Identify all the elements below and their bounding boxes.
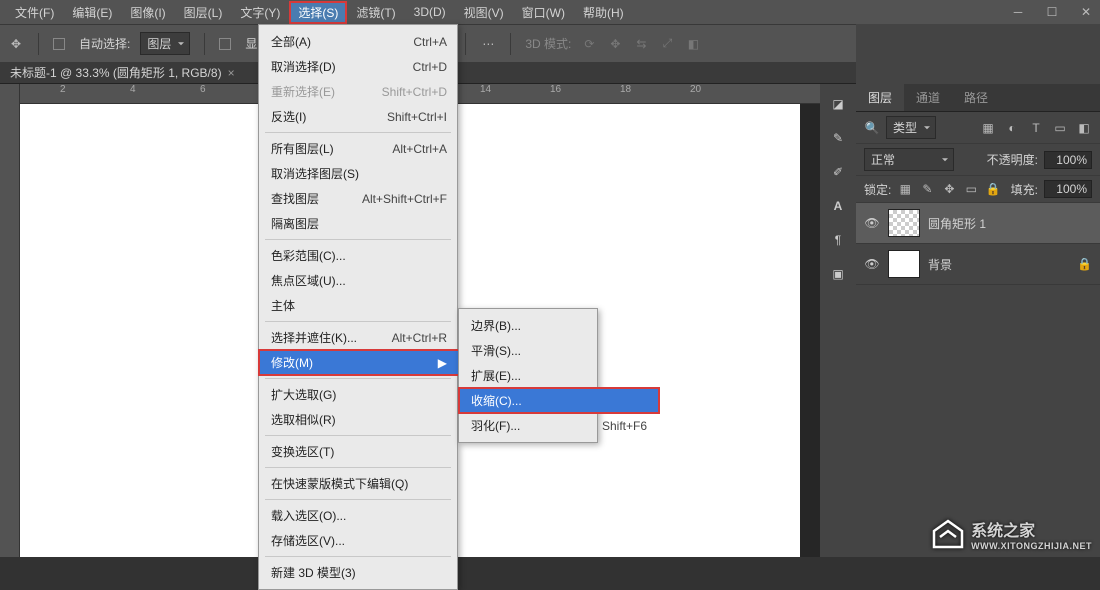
menu-item[interactable]: 存储选区(V)... [259,528,459,553]
minimize-icon[interactable]: ─ [1010,4,1026,20]
autoselect-checkbox[interactable] [53,38,65,50]
vertical-ruler [0,84,20,557]
document-title: 未标题-1 @ 33.3% (圆角矩形 1, RGB/8) [10,64,222,81]
lock-position-icon[interactable]: ✥ [941,181,957,197]
menu-item[interactable]: 载入选区(O)... [259,503,459,528]
move-tool-icon[interactable]: ✥ [8,36,24,52]
menu-item[interactable]: 隔离图层 [259,211,459,236]
menu-item: 重新选择(E)Shift+Ctrl+D [259,79,459,104]
3d-slide-icon[interactable]: ⇆ [633,36,649,52]
menu-window[interactable]: 窗口(W) [513,1,574,24]
visibility-icon[interactable]: 👁 [864,216,880,230]
layer-filter-dropdown[interactable]: 类型 [886,116,936,139]
fill-input[interactable]: 100% [1044,180,1092,198]
paragraph-icon[interactable]: ¶ [830,232,846,248]
menu-item[interactable]: 取消选择(D)Ctrl+D [259,54,459,79]
layer-name[interactable]: 背景 [928,256,952,273]
filter-shape-icon[interactable]: ▭ [1052,120,1068,136]
menu-view[interactable]: 视图(V) [455,1,513,24]
tab-channels[interactable]: 通道 [904,84,952,111]
3d-zoom-icon[interactable]: ⤢ [659,36,675,52]
3d-icon[interactable]: ▣ [830,266,846,282]
menu-item[interactable]: 修改(M)▶ [259,350,459,375]
brush-settings-icon[interactable]: ✐ [830,164,846,180]
menu-item[interactable]: 焦点区域(U)... [259,268,459,293]
menu-item[interactable]: 新建 3D 模型(3) [259,560,459,585]
menu-type[interactable]: 文字(Y) [231,1,289,24]
right-panels: 图层 通道 路径 🔍 类型 ▦ ◐ T ▭ ◧ 正常 不透明度: 100% 锁定… [856,24,1100,557]
character-icon[interactable]: A [830,198,846,214]
filter-smart-icon[interactable]: ◧ [1076,120,1092,136]
menu-layer[interactable]: 图层(L) [175,1,232,24]
watermark: 系统之家 WWW.XITONGZHIJIA.NET [931,517,1092,551]
history-icon[interactable]: ◪ [830,96,846,112]
menu-item[interactable]: 收缩(C)... [459,388,659,413]
close-icon[interactable]: ✕ [1078,4,1094,20]
select-menu-dropdown: 全部(A)Ctrl+A取消选择(D)Ctrl+D重新选择(E)Shift+Ctr… [258,24,458,590]
lock-icon[interactable]: 🔒 [1077,257,1092,271]
menu-3d[interactable]: 3D(D) [405,2,455,22]
blend-mode-dropdown[interactable]: 正常 [864,148,954,171]
menu-filter[interactable]: 滤镜(T) [347,1,404,24]
autoselect-dropdown[interactable]: 图层 [140,32,190,55]
lock-label: 锁定: [864,181,891,198]
menu-item[interactable]: 主体 [259,293,459,318]
fill-label: 填充: [1011,181,1038,198]
filter-type-icon[interactable]: T [1028,120,1044,136]
menu-item[interactable]: 扩大选取(G) [259,382,459,407]
layer-name[interactable]: 圆角矩形 1 [928,215,986,232]
menu-image[interactable]: 图像(I) [121,1,174,24]
autoselect-label: 自动选择: [79,35,130,52]
lock-paint-icon[interactable]: ✎ [919,181,935,197]
maximize-icon[interactable]: ☐ [1044,4,1060,20]
layer-row[interactable]: 👁 圆角矩形 1 [856,203,1100,244]
menu-item[interactable]: 选取相似(R) [259,407,459,432]
menu-item[interactable]: 色彩范围(C)... [259,243,459,268]
layer-thumbnail[interactable] [888,209,920,237]
close-tab-icon[interactable]: × [228,66,235,80]
menu-item[interactable]: 查找图层Alt+Shift+Ctrl+F [259,186,459,211]
menu-item[interactable]: 反选(I)Shift+Ctrl+I [259,104,459,129]
3d-scale-icon[interactable]: ◧ [685,36,701,52]
menu-item[interactable]: 边界(B)... [459,313,659,338]
panel-tabs: 图层 通道 路径 [856,84,1100,112]
brush-icon[interactable]: ✎ [830,130,846,146]
visibility-icon[interactable]: 👁 [864,257,880,271]
menu-bar: 文件(F) 编辑(E) 图像(I) 图层(L) 文字(Y) 选择(S) 滤镜(T… [0,0,1100,24]
lock-all-icon[interactable]: 🔒 [985,181,1001,197]
menu-item[interactable]: 所有图层(L)Alt+Ctrl+A [259,136,459,161]
menu-item[interactable]: 羽化(F)...Shift+F6 [459,413,659,438]
menu-item[interactable]: 在快速蒙版模式下编辑(Q) [259,471,459,496]
opacity-input[interactable]: 100% [1044,151,1092,169]
menu-item[interactable]: 平滑(S)... [459,338,659,363]
menu-help[interactable]: 帮助(H) [574,1,633,24]
layers-list: 👁 圆角矩形 1 👁 背景 🔒 [856,203,1100,285]
collapsed-panel-strip: ◪ ✎ ✐ A ¶ ▣ [820,84,856,557]
menu-file[interactable]: 文件(F) [6,1,63,24]
menu-item[interactable]: 取消选择图层(S) [259,161,459,186]
more-icon[interactable]: ⋯ [480,36,496,52]
modify-submenu: 边界(B)...平滑(S)...扩展(E)...收缩(C)...羽化(F)...… [458,308,598,443]
search-icon[interactable]: 🔍 [864,120,880,136]
filter-adjust-icon[interactable]: ◐ [1004,120,1020,136]
menu-item[interactable]: 变换选区(T) [259,439,459,464]
layer-row[interactable]: 👁 背景 🔒 [856,244,1100,285]
menu-edit[interactable]: 编辑(E) [63,1,121,24]
menu-item[interactable]: 选择并遮住(K)...Alt+Ctrl+R [259,325,459,350]
menu-select[interactable]: 选择(S) [289,1,347,24]
layer-thumbnail[interactable] [888,250,920,278]
lock-transparent-icon[interactable]: ▦ [897,181,913,197]
opacity-label: 不透明度: [987,151,1038,168]
3d-orbit-icon[interactable]: ⟳ [581,36,597,52]
tab-layers[interactable]: 图层 [856,84,904,111]
menu-item[interactable]: 全部(A)Ctrl+A [259,29,459,54]
tab-paths[interactable]: 路径 [952,84,1000,111]
lock-artboard-icon[interactable]: ▭ [963,181,979,197]
filter-pixel-icon[interactable]: ▦ [980,120,996,136]
show-label: 显 [245,35,257,52]
menu-item[interactable]: 扩展(E)... [459,363,659,388]
3d-mode-label: 3D 模式: [525,35,571,52]
3d-pan-icon[interactable]: ✥ [607,36,623,52]
show-transform-checkbox[interactable] [219,38,231,50]
